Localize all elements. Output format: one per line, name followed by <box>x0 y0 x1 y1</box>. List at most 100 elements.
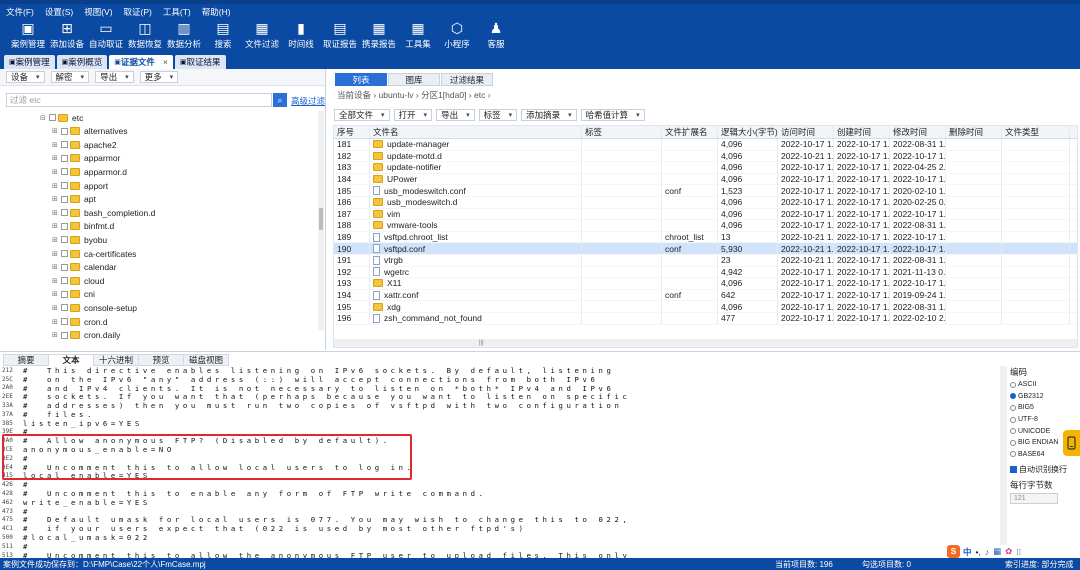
left-dropdown-1[interactable]: 解密 ▾ <box>50 71 90 83</box>
list-tool-2[interactable]: 导出 ▾ <box>436 109 475 121</box>
toolbar-recover-button[interactable]: ◫ 数据恢复 <box>125 20 165 50</box>
tree-node[interactable]: ⊞ apparmor.d <box>52 165 127 178</box>
table-row[interactable]: 182 update-motd.d 4,096 2022-10-21 1... 2022… <box>334 150 1077 163</box>
toolbar-tools-button[interactable]: ▦ 工具集 <box>398 20 438 50</box>
preview-tab-3[interactable]: 预览 <box>138 354 184 366</box>
expand-icon[interactable]: ⊞ <box>52 250 60 258</box>
skin-icon[interactable]: ✿ <box>1005 546 1012 557</box>
left-dropdown-0[interactable]: 设备 ▾ <box>6 71 45 83</box>
checkbox-icon[interactable] <box>61 250 68 257</box>
menu-item-4[interactable]: 工具(T) <box>163 6 191 18</box>
toolbar-timeline-button[interactable]: ▮ 时间线 <box>281 20 321 50</box>
ime-chinese-mode[interactable]: 中 <box>963 546 972 558</box>
tree-scrollbar[interactable] <box>318 111 324 331</box>
search-button[interactable]: ⌕ <box>273 93 287 107</box>
tree-node[interactable]: ⊞ apport <box>52 179 108 192</box>
column-header[interactable]: 文件类型 <box>1002 126 1070 138</box>
expand-icon[interactable]: ⊞ <box>52 304 60 312</box>
expand-icon[interactable]: ⊞ <box>52 209 60 217</box>
list-tool-0[interactable]: 全部文件 ▾ <box>334 109 390 121</box>
column-header[interactable]: 逻辑大小(字节) <box>718 126 778 138</box>
tab-2[interactable]: ▣ 证据文件 × <box>109 55 173 69</box>
expand-icon[interactable]: ⊞ <box>52 182 60 190</box>
tree-node[interactable]: ⊞ console-setup <box>52 301 137 314</box>
encoding-option[interactable]: BIG5 <box>1010 402 1080 414</box>
table-row[interactable]: 181 update-manager 4,096 2022-10-17 1... 202… <box>334 139 1077 151</box>
ime-toolbar[interactable]: S 中 •, ♪ ▦ ✿ ⁞⁞ <box>947 545 1021 558</box>
tree-node[interactable]: ⊞ cron.daily <box>52 329 120 341</box>
checkbox-icon[interactable] <box>61 195 68 203</box>
column-header[interactable]: 文件扩展名 <box>662 126 718 138</box>
checkbox-icon[interactable] <box>61 263 68 271</box>
checkbox-icon[interactable] <box>61 141 68 149</box>
tab-0[interactable]: ▣ 案例管理 <box>4 55 55 69</box>
expand-icon[interactable]: ⊞ <box>52 331 60 339</box>
menu-item-5[interactable]: 帮助(H) <box>202 6 231 18</box>
table-row[interactable]: 188 vmware-tools 4,096 2022-10-17 1... 2022-… <box>334 220 1077 232</box>
column-header[interactable]: 创建时间 <box>834 126 890 138</box>
advanced-filter-link[interactable]: 高级过滤 <box>291 95 325 107</box>
list-tool-5[interactable]: 哈希值计算 ▾ <box>580 109 645 121</box>
view-tab-2[interactable]: 过滤结果 <box>441 73 493 86</box>
tree-node[interactable]: ⊞ apparmor <box>52 152 120 165</box>
preview-tab-4[interactable]: 磁盘视图 <box>183 354 229 366</box>
column-header[interactable]: 标签 <box>582 126 662 138</box>
table-row[interactable]: 190 vsftpd.conf conf 5,930 2022-10-21 1... 20… <box>334 243 1077 255</box>
microphone-icon[interactable]: ♪ <box>985 547 989 557</box>
expand-icon[interactable]: ⊞ <box>52 141 60 149</box>
tree-node[interactable]: ⊞ cloud <box>52 274 104 287</box>
table-row[interactable]: 183 update-notifier 4,096 2022-10-17 1... 20… <box>334 162 1077 174</box>
column-header[interactable]: 删除时间 <box>946 126 1002 138</box>
checkbox-icon[interactable] <box>61 168 68 176</box>
left-dropdown-3[interactable]: 更多 ▾ <box>139 71 179 83</box>
column-header[interactable]: 文件名 <box>370 126 582 138</box>
tree-node[interactable]: ⊞ calendar <box>52 261 117 274</box>
menu-item-1[interactable]: 设置(S) <box>45 6 73 18</box>
menu-item-2[interactable]: 视图(V) <box>84 6 112 18</box>
menu-item-0[interactable]: 文件(F) <box>6 6 34 18</box>
toolbar-analysis-button[interactable]: ▥ 数据分析 <box>164 20 204 50</box>
expand-icon[interactable]: ⊞ <box>52 290 60 298</box>
close-icon[interactable]: × <box>163 57 168 67</box>
tree-node[interactable]: ⊞ alternatives <box>52 125 127 138</box>
checkbox-icon[interactable] <box>61 127 68 135</box>
expand-icon[interactable]: ⊞ <box>52 236 60 244</box>
checkbox-icon[interactable] <box>61 182 68 189</box>
checkbox-icon[interactable] <box>61 236 68 244</box>
expand-icon[interactable]: ⊞ <box>52 195 60 203</box>
table-row[interactable]: 195 xdg 4,096 2022-10-17 1... 2022-10-17 1..… <box>334 301 1077 313</box>
table-row[interactable]: 187 vim 4,096 2022-10-17 1... 2022-10-17 1..… <box>334 208 1077 221</box>
checkbox-icon[interactable] <box>49 114 56 121</box>
list-tool-4[interactable]: 添加摘录 ▾ <box>521 109 577 121</box>
checkbox-icon[interactable] <box>61 318 68 325</box>
expand-icon[interactable]: ⊞ <box>52 318 60 326</box>
preview-tab-1[interactable]: 文本 <box>48 354 94 366</box>
tree-node[interactable]: ⊞ bash_completion.d <box>52 206 155 219</box>
checkbox-icon[interactable] <box>61 154 68 162</box>
table-row[interactable]: 191 vtrgb 23 2022-10-21 1... 2022-10-17 1...… <box>334 254 1077 267</box>
keyboard-icon[interactable]: ▦ <box>993 546 1001 557</box>
grid-menu-icon[interactable]: ⁞⁞ <box>1016 547 1021 557</box>
toolbar-auto-button[interactable]: ▭ 自动取证 <box>86 20 126 50</box>
tree-node[interactable]: ⊞ binfmt.d <box>52 220 114 233</box>
toolbar-excerpt-button[interactable]: ▦ 携录报告 <box>359 20 399 50</box>
expand-icon[interactable]: ⊞ <box>52 277 60 285</box>
view-tab-0[interactable]: 列表 <box>335 73 387 86</box>
tab-3[interactable]: ▣ 取证结果 <box>174 55 226 69</box>
table-row[interactable]: 184 UPower 4,096 2022-10-17 1... 2022-10-17 … <box>334 173 1077 186</box>
preview-tab-0[interactable]: 摘要 <box>3 354 49 366</box>
encoding-option[interactable]: ASCII <box>1010 379 1080 391</box>
table-row[interactable]: 196 zsh_command_not_found 477 2022-10-17 1.… <box>334 312 1077 325</box>
tree-node[interactable]: ⊞ apt <box>52 193 96 206</box>
tab-1[interactable]: ▣ 案例概览 <box>56 55 108 69</box>
table-row[interactable]: 189 vsftpd.chroot_list chroot_list 13 2022-1… <box>334 231 1077 244</box>
list-tool-3[interactable]: 标签 ▾ <box>478 109 518 121</box>
tree-node[interactable]: ⊞ cni <box>52 288 95 301</box>
filter-input[interactable]: 过滤 etc <box>6 93 272 107</box>
tree-node[interactable]: ⊞ ca-certificates <box>52 247 136 260</box>
toolbar-support-button[interactable]: ♟ 客服 <box>476 20 516 50</box>
encoding-option[interactable]: GB2312 <box>1010 391 1080 403</box>
tree-node[interactable]: ⊞ byobu <box>52 233 107 246</box>
bytes-per-line-input[interactable]: 121 <box>1010 493 1058 505</box>
auto-wrap-checkbox[interactable]: 自动识别换行 <box>1010 464 1080 475</box>
